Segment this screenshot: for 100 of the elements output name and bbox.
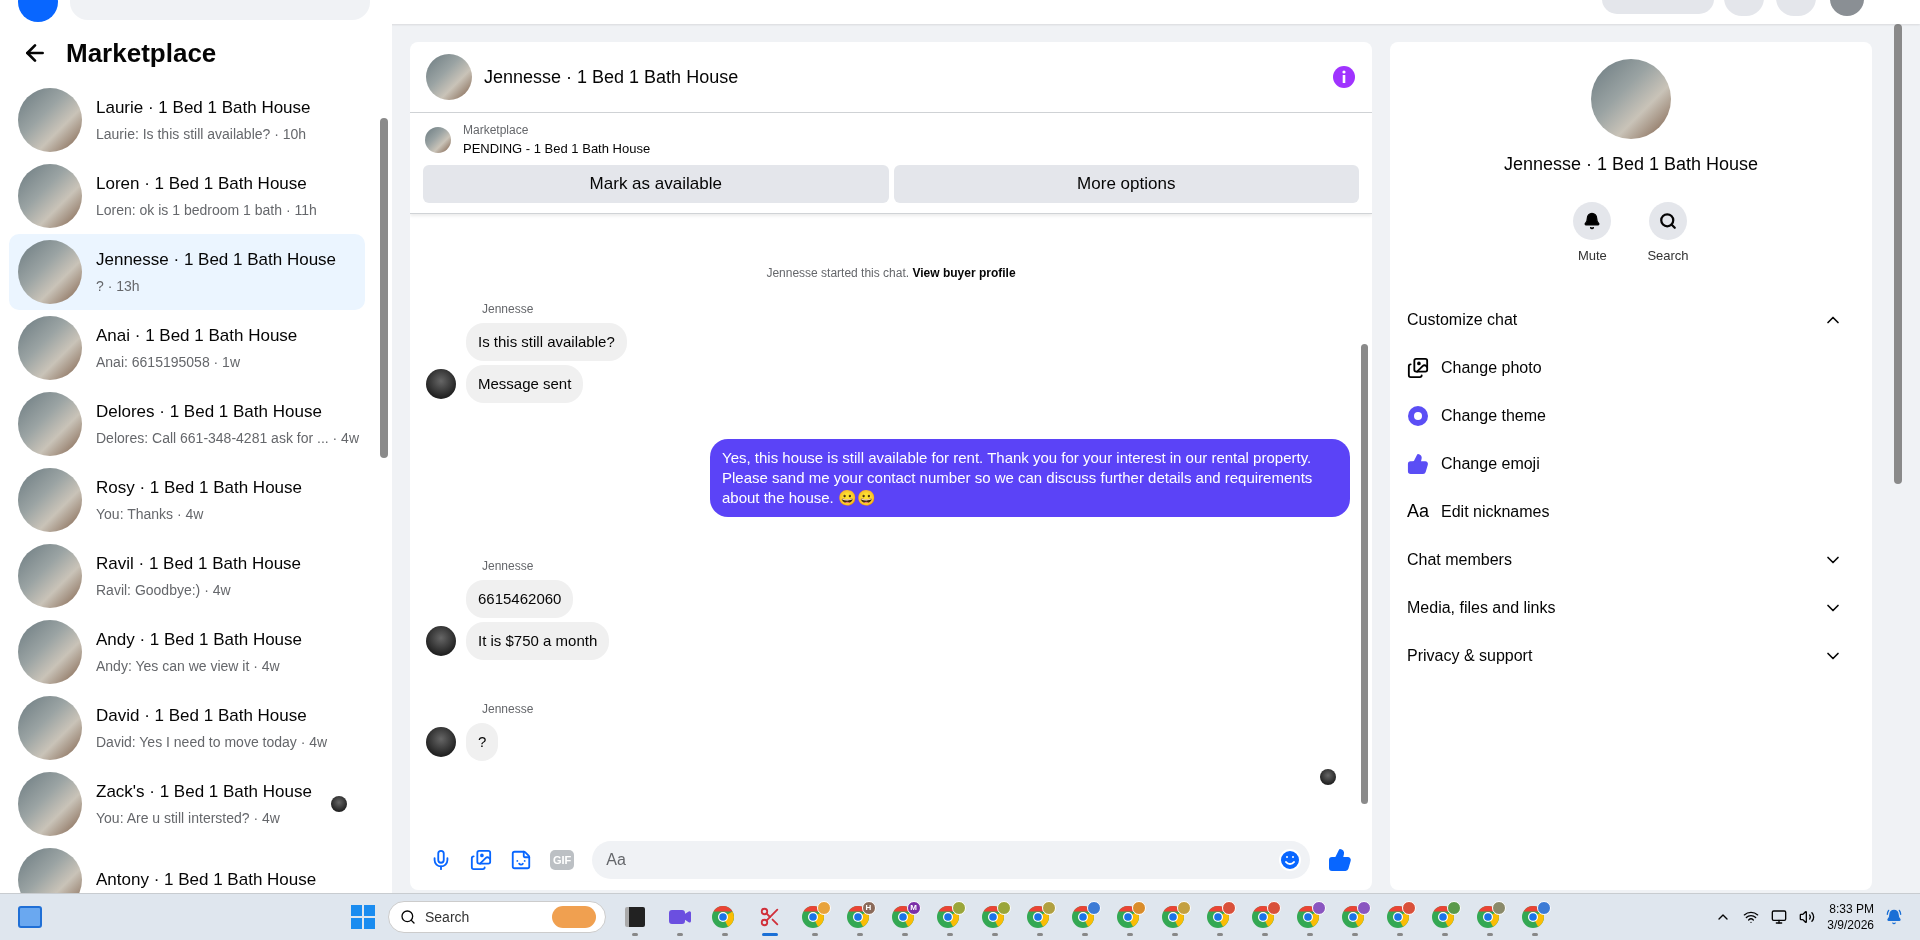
conversation-item[interactable]: Delores · 1 Bed 1 Bath House Delores: Call 661-348-4281 ask for ... · 4w	[9, 386, 365, 462]
section-header[interactable]: Customize chat	[1407, 295, 1855, 344]
volume-icon[interactable]	[1799, 909, 1816, 925]
buyer-profile-link[interactable]: View buyer profile	[912, 265, 1016, 280]
scissors-icon[interactable]	[758, 906, 781, 928]
browser-icon[interactable]	[1340, 905, 1365, 929]
photo-placeholder	[426, 54, 472, 100]
photo-placeholder	[18, 848, 82, 893]
browser-icon[interactable]	[710, 905, 735, 929]
browser-icon[interactable]	[935, 905, 960, 929]
browser-icon[interactable]	[1385, 905, 1410, 929]
like-icon[interactable]	[1328, 848, 1352, 872]
browser-icon[interactable]	[800, 905, 825, 929]
info-icon[interactable]	[1332, 65, 1356, 89]
conversation-title: Jennesse · 1 Bed 1 Bath House	[96, 248, 337, 271]
conversation-title: Ravil · 1 Bed 1 Bath House	[96, 552, 302, 575]
received-message: ?	[466, 722, 499, 761]
conversation-title: Laurie · 1 Bed 1 Bath House	[96, 96, 311, 119]
message-scrollbar[interactable]	[1361, 343, 1368, 804]
conversation-title: Andy · 1 Bed 1 Bath House	[96, 628, 303, 651]
browser-icon[interactable]	[1160, 905, 1185, 929]
conversation-preview: You: Thanks · 4w	[96, 505, 205, 525]
message-input[interactable]: Aa	[592, 841, 1310, 879]
photo-icon	[1407, 356, 1429, 379]
listing-action-button[interactable]: Mark as available	[423, 164, 889, 203]
received-message: Message sent	[466, 364, 584, 403]
bell-icon	[1583, 212, 1602, 230]
conversation-item[interactable]: Laurie · 1 Bed 1 Bath House Laurie: Is this still available? · 10h	[9, 82, 365, 158]
windows-start-icon[interactable]	[350, 904, 376, 930]
settings-item[interactable]: Change photo	[1407, 343, 1855, 392]
conversation-item[interactable]: Anai · 1 Bed 1 Bath House Anai: 6615195058 · 1w	[9, 310, 365, 386]
profile-badge: M	[906, 901, 921, 915]
listing-action-button[interactable]: More options	[893, 164, 1359, 203]
conversation-title: Anai · 1 Bed 1 Bath House	[96, 324, 298, 347]
conversation-item[interactable]: Jennesse · 1 Bed 1 Bath House ? · 13h	[9, 234, 365, 310]
section-header[interactable]: Chat members	[1407, 535, 1855, 584]
browser-icon[interactable]	[1250, 905, 1275, 929]
settings-item[interactable]: Aa Edit nicknames	[1407, 487, 1855, 536]
browser-icon[interactable]	[1430, 905, 1455, 929]
sidebar-title: Marketplace	[66, 36, 217, 70]
conversation-title: David · 1 Bed 1 Bath House	[96, 704, 308, 727]
browser-icon[interactable]	[845, 905, 870, 929]
conversation-item[interactable]: Loren · 1 Bed 1 Bath House Loren: ok is 1 bedroom 1 bath · 11h	[9, 158, 365, 234]
browser-icon[interactable]	[1295, 905, 1320, 929]
avatar	[1320, 768, 1336, 785]
conversation-title: Loren · 1 Bed 1 Bath House	[96, 172, 308, 195]
conversation-preview: ? · 13h	[96, 277, 141, 297]
conversation-preview: David: Yes I need to move today · 4w	[96, 733, 328, 753]
conversation-preview: Anai: 6615195058 · 1w	[96, 353, 241, 373]
conversation-item[interactable]: Ravil · 1 Bed 1 Bath House Ravil: Goodbye:) · 4w	[9, 538, 365, 614]
search-icon	[400, 909, 416, 925]
sent-message: Yes, this house is still available for rent. Thank you for your interest in our rental property. Please sand me your contact number so we can discuss further details and requirements about the house. 😀😀	[710, 438, 1350, 517]
gallery-icon[interactable]	[470, 849, 492, 871]
details-title: Jennesse · 1 Bed 1 Bath House	[1503, 153, 1759, 176]
action-label: Search	[1647, 247, 1689, 265]
browser-icon[interactable]	[980, 905, 1005, 929]
browser-icon[interactable]	[1070, 905, 1095, 929]
received-message: It is $750 a month	[466, 621, 610, 660]
browser-icon[interactable]	[1520, 905, 1545, 929]
scrollbar[interactable]	[380, 118, 388, 458]
conversation-item[interactable]: Rosy · 1 Bed 1 Bath House You: Thanks · 4w	[9, 462, 365, 538]
settings-item[interactable]: Change theme	[1407, 391, 1855, 440]
conversation-preview: Laurie: Is this still available? · 10h	[96, 125, 308, 145]
avatar	[426, 625, 456, 656]
sender-name: Jennesse	[482, 300, 534, 318]
clock[interactable]: 8:33 PM 3/9/2026	[1827, 901, 1874, 933]
thumbs-up-icon	[1407, 452, 1429, 475]
search-button[interactable]	[1649, 202, 1687, 240]
browser-icon[interactable]	[1025, 905, 1050, 929]
browser-icon[interactable]	[1205, 905, 1230, 929]
monitor-icon[interactable]	[1771, 909, 1788, 925]
action-label: Mute	[1577, 247, 1607, 265]
conversation-item[interactable]: Zack's · 1 Bed 1 Bath House You: Are u still intersted? · 4w	[9, 766, 365, 842]
listing-label: Marketplace	[463, 122, 530, 139]
conversation-item[interactable]: David · 1 Bed 1 Bath House David: Yes I need to move today · 4w	[9, 690, 365, 766]
avatar	[426, 726, 456, 757]
avatar	[426, 368, 456, 399]
conversation-preview: Andy: Yes can we view it · 4w	[96, 657, 281, 677]
settings-item[interactable]: Change emoji	[1407, 439, 1855, 488]
conversation-preview: You: Are u still intersted? · 4w	[96, 809, 281, 829]
sticker-icon[interactable]	[510, 849, 532, 871]
section-header[interactable]: Media, files and links	[1407, 583, 1855, 632]
chat-start-note: Jennesse started this chat. View buyer profile	[765, 264, 1017, 282]
network-icon[interactable]	[1743, 909, 1760, 925]
mute-button[interactable]	[1573, 202, 1612, 240]
browser-icon[interactable]	[1115, 905, 1140, 929]
page-scrollbar[interactable]	[1894, 24, 1902, 484]
task-view-icon[interactable]	[624, 907, 645, 927]
section-header[interactable]: Privacy & support	[1407, 631, 1855, 680]
search-icon	[1659, 212, 1677, 230]
sender-name: Jennesse	[482, 557, 534, 575]
conversation-item[interactable]: Andy · 1 Bed 1 Bath House Andy: Yes can we view it · 4w	[9, 614, 365, 690]
browser-icon[interactable]	[890, 905, 915, 929]
conversation-preview: Ravil: Goodbye:) · 4w	[96, 581, 232, 601]
notification-icon[interactable]	[1886, 909, 1902, 925]
conversation-title: Zack's · 1 Bed 1 Bath House	[96, 780, 312, 803]
conversation-title: Antony · 1 Bed 1 Bath House	[96, 869, 317, 892]
conversation-title: Delores · 1 Bed 1 Bath House	[96, 400, 323, 423]
browser-icon[interactable]	[1475, 905, 1500, 929]
photo-placeholder	[425, 126, 451, 153]
